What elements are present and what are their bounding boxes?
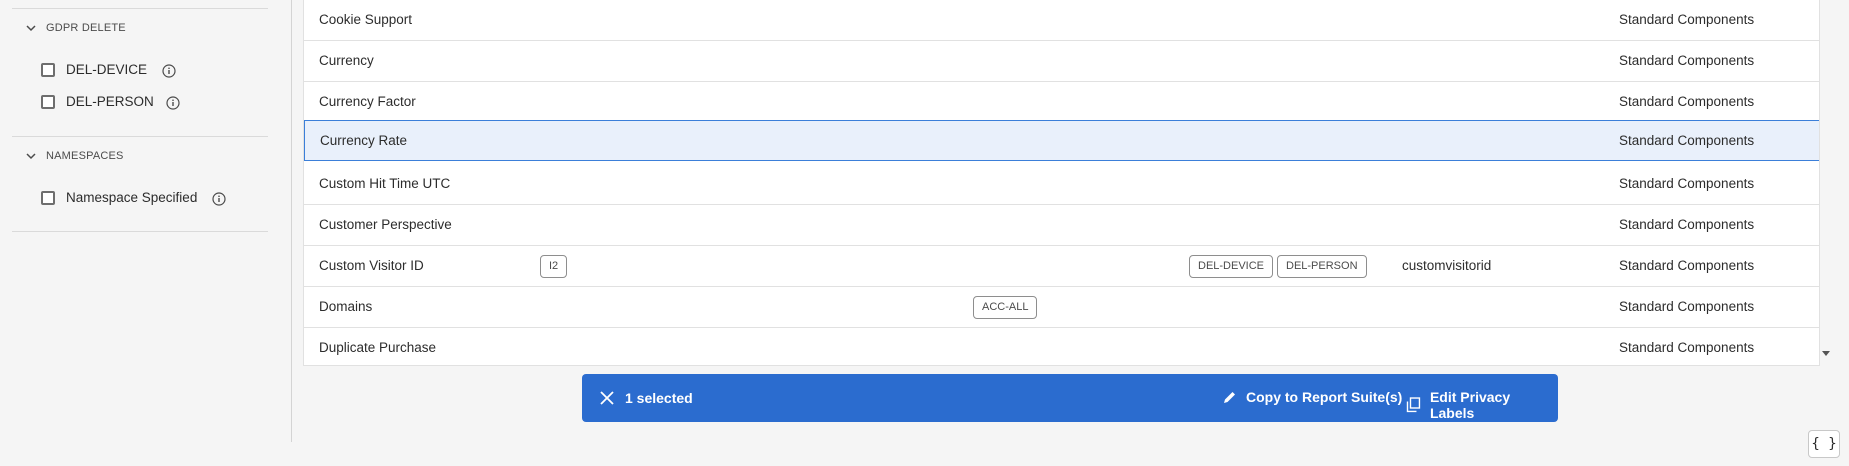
table-row-selected[interactable]: Currency Rate Standard Components <box>304 120 1819 161</box>
delete-label-badge: DEL-DEVICE <box>1189 255 1274 278</box>
close-icon[interactable] <box>600 391 614 405</box>
edit-privacy-labels-button[interactable]: Edit Privacy Labels <box>1406 389 1558 421</box>
row-group: Standard Components <box>1619 299 1755 314</box>
table-row[interactable]: Custom Visitor ID I2 DEL-DEVICE DEL-PERS… <box>304 246 1819 287</box>
table-row[interactable]: Domains ACC-ALL Standard Components <box>304 287 1819 328</box>
row-group: Standard Components <box>1619 53 1755 68</box>
identity-label-badge: I2 <box>540 255 568 278</box>
row-name: Currency Factor <box>319 94 416 109</box>
row-group: Standard Components <box>1619 217 1755 232</box>
row-name: Customer Perspective <box>319 217 452 232</box>
info-icon[interactable] <box>162 64 176 78</box>
row-name: Domains <box>319 299 373 314</box>
scroll-down-arrow-icon[interactable] <box>1822 351 1830 357</box>
table-row[interactable]: Duplicate Purchase Standard Components <box>304 328 1819 365</box>
dimensions-table: Cookie Support Standard Components Curre… <box>303 0 1820 366</box>
table-row[interactable]: Custom Hit Time UTC Standard Components <box>304 164 1819 205</box>
row-group: Standard Components <box>1619 176 1755 191</box>
divider <box>12 136 268 137</box>
row-group: Standard Components <box>1619 258 1755 273</box>
info-icon[interactable] <box>166 96 180 110</box>
filter-label: DEL-PERSON <box>66 94 154 109</box>
table-row[interactable]: Customer Perspective Standard Components <box>304 205 1819 246</box>
variable-name: customvisitorid <box>1402 258 1492 273</box>
row-name: Duplicate Purchase <box>319 340 437 355</box>
selected-count: 1 selected <box>625 390 693 406</box>
copy-button-label: Copy to Report Suite(s) <box>1246 389 1403 405</box>
table-row[interactable]: Cookie Support Standard Components <box>304 0 1819 41</box>
section-toggle-namespaces[interactable]: NAMESPACES <box>24 149 124 163</box>
selection-action-bar: 1 selected Copy to Report Suite(s) Edit … <box>582 374 1558 422</box>
row-name: Custom Visitor ID <box>319 258 424 273</box>
row-group: Standard Components <box>1619 340 1755 355</box>
code-view-button[interactable]: { } <box>1808 430 1840 458</box>
section-title-gdpr-delete: GDPR DELETE <box>46 22 126 34</box>
row-group: Standard Components <box>1619 94 1755 109</box>
divider <box>12 231 268 232</box>
table-row[interactable]: Currency Standard Components <box>304 41 1819 82</box>
filter-label: DEL-DEVICE <box>66 62 148 77</box>
filter-del-person[interactable]: DEL-PERSON <box>41 94 154 109</box>
filter-label: Namespace Specified <box>66 190 198 205</box>
checkbox[interactable] <box>41 94 55 109</box>
row-group: Standard Components <box>1619 133 1755 148</box>
divider <box>12 8 268 9</box>
governance-label-badge: ACC-ALL <box>973 296 1038 319</box>
row-name: Cookie Support <box>319 12 413 27</box>
section-toggle-gdpr-delete[interactable]: GDPR DELETE <box>24 21 126 35</box>
filter-sidebar: GDPR DELETE DEL-DEVICE DEL-PERSON NAMESP… <box>0 0 292 442</box>
chevron-down-icon <box>26 153 36 160</box>
section-title-namespaces: NAMESPACES <box>46 150 124 162</box>
checkbox[interactable] <box>41 190 55 205</box>
checkbox[interactable] <box>41 62 55 77</box>
row-name: Custom Hit Time UTC <box>319 176 451 191</box>
row-name: Currency Rate <box>320 133 408 148</box>
table-row[interactable]: Currency Factor Standard Components <box>304 82 1819 123</box>
chevron-down-icon <box>26 25 36 32</box>
edit-labels-icon <box>1406 397 1421 413</box>
edit-button-label: Edit Privacy Labels <box>1429 389 1511 421</box>
filter-del-device[interactable]: DEL-DEVICE <box>41 62 147 77</box>
info-icon[interactable] <box>212 192 226 206</box>
row-name: Currency <box>319 53 374 68</box>
filter-namespace-specified[interactable]: Namespace Specified <box>41 190 197 205</box>
copy-to-report-suites-button[interactable]: Copy to Report Suite(s) <box>1222 389 1402 405</box>
row-group: Standard Components <box>1619 12 1755 27</box>
delete-label-badge: DEL-PERSON <box>1277 255 1367 278</box>
pencil-icon <box>1224 391 1235 403</box>
